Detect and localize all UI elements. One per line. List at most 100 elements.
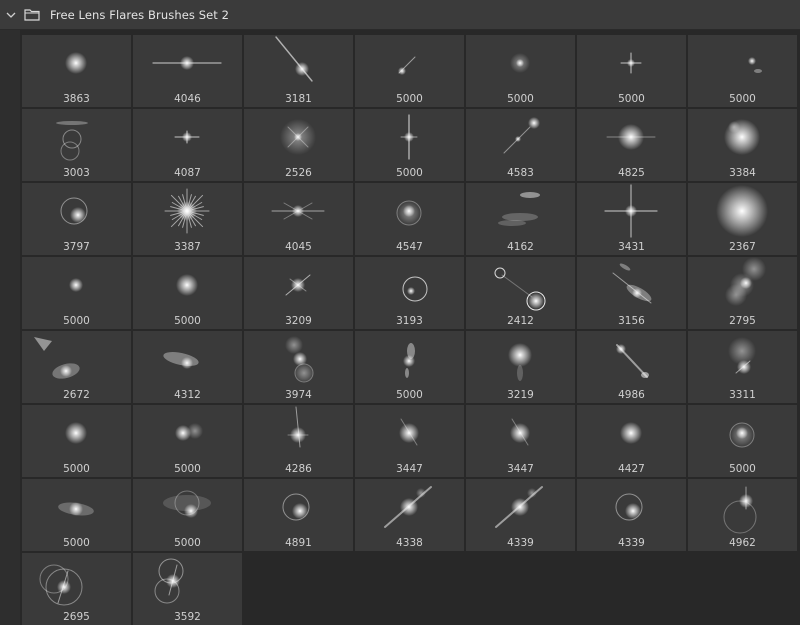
- brush-size-label: 5000: [63, 463, 90, 475]
- brush-preview-icon: [396, 200, 422, 226]
- brush-tile[interactable]: 3863: [22, 35, 131, 107]
- brush-tile[interactable]: 5000: [688, 35, 797, 107]
- brush-tile[interactable]: 3003: [22, 109, 131, 181]
- brush-size-label: 2795: [729, 315, 756, 327]
- brush-tile[interactable]: 3156: [577, 257, 686, 329]
- brush-preview-icon: [508, 343, 532, 381]
- brush-preview-icon: [271, 202, 325, 220]
- brush-size-label: 4339: [507, 537, 534, 549]
- brush-preview-icon: [725, 257, 766, 306]
- brush-preview-icon: [503, 117, 540, 154]
- brush-preview-icon: [287, 406, 309, 448]
- brush-tile[interactable]: 5000: [22, 479, 131, 551]
- brush-tile[interactable]: 4045: [244, 183, 353, 255]
- brush-tile[interactable]: 3974: [244, 331, 353, 403]
- brush-size-label: 3219: [507, 389, 534, 401]
- brush-tile[interactable]: 4962: [688, 479, 797, 551]
- brush-preview-icon: [58, 502, 94, 516]
- brush-preview-icon: [399, 418, 419, 446]
- brush-tile[interactable]: 3209: [244, 257, 353, 329]
- brush-tile[interactable]: 3592: [133, 553, 242, 625]
- brush-preview-icon: [285, 274, 311, 296]
- brush-tile[interactable]: 3447: [466, 405, 575, 477]
- panel-title: Free Lens Flares Brushes Set 2: [50, 7, 230, 22]
- brush-preview-icon: [384, 486, 432, 528]
- brush-tile[interactable]: 4583: [466, 109, 575, 181]
- brush-preview-icon: [615, 493, 643, 521]
- brush-tile[interactable]: 4046: [133, 35, 242, 107]
- brush-preview-icon: [39, 564, 83, 606]
- brush-tile[interactable]: 5000: [22, 257, 131, 329]
- brush-tile[interactable]: 5000: [688, 405, 797, 477]
- brush-size-label: 5000: [729, 93, 756, 105]
- brush-size-label: 3384: [729, 167, 756, 179]
- brush-preview-icon: [612, 263, 652, 304]
- brush-tile[interactable]: 5000: [355, 109, 464, 181]
- brush-tile[interactable]: 4312: [133, 331, 242, 403]
- brush-tile[interactable]: 3219: [466, 331, 575, 403]
- brush-tile[interactable]: 3311: [688, 331, 797, 403]
- brush-size-label: 3181: [285, 93, 312, 105]
- brush-tile[interactable]: 3797: [22, 183, 131, 255]
- brush-tile[interactable]: 2795: [688, 257, 797, 329]
- brush-preview-icon: [176, 274, 198, 296]
- brush-tile[interactable]: 3193: [355, 257, 464, 329]
- brush-size-label: 4087: [174, 167, 201, 179]
- brush-size-label: 5000: [507, 93, 534, 105]
- brush-tile[interactable]: 4427: [577, 405, 686, 477]
- brush-tile[interactable]: 5000: [466, 35, 575, 107]
- brush-tile[interactable]: 4162: [466, 183, 575, 255]
- brush-tile[interactable]: 4825: [577, 109, 686, 181]
- brush-preview-icon: [495, 486, 543, 528]
- brush-tile[interactable]: 5000: [22, 405, 131, 477]
- brush-size-label: 4162: [507, 241, 534, 253]
- brush-tile[interactable]: 4339: [577, 479, 686, 551]
- brush-tile[interactable]: 5000: [577, 35, 686, 107]
- brush-size-label: 4286: [285, 463, 312, 475]
- brush-tile[interactable]: 4339: [466, 479, 575, 551]
- brush-tile[interactable]: 3384: [688, 109, 797, 181]
- chevron-down-icon[interactable]: [6, 10, 16, 20]
- brush-preview-icon: [163, 490, 211, 518]
- brush-preview-icon: [748, 57, 762, 73]
- brush-tile[interactable]: 5000: [133, 405, 242, 477]
- brush-preview-icon: [494, 267, 546, 311]
- brush-tile[interactable]: 2526: [244, 109, 353, 181]
- brush-preview-icon: [65, 422, 87, 444]
- brush-size-label: 4046: [174, 93, 201, 105]
- brush-preview-icon: [69, 278, 83, 292]
- brush-tile[interactable]: 4087: [133, 109, 242, 181]
- brush-tile[interactable]: 4986: [577, 331, 686, 403]
- brush-size-label: 5000: [174, 463, 201, 475]
- brush-tile[interactable]: 3181: [244, 35, 353, 107]
- brush-tile[interactable]: 4338: [355, 479, 464, 551]
- brush-tile[interactable]: 4547: [355, 183, 464, 255]
- brush-tile[interactable]: 2695: [22, 553, 131, 625]
- panel-header[interactable]: Free Lens Flares Brushes Set 2: [0, 0, 800, 30]
- brush-size-label: 4891: [285, 537, 312, 549]
- brush-tile[interactable]: 5000: [133, 479, 242, 551]
- brush-tile[interactable]: 5000: [355, 331, 464, 403]
- brush-size-label: 4825: [618, 167, 645, 179]
- brush-size-label: 4583: [507, 167, 534, 179]
- brush-tile[interactable]: 3447: [355, 405, 464, 477]
- brush-size-label: 3447: [507, 463, 534, 475]
- brush-tile[interactable]: 3431: [577, 183, 686, 255]
- brush-preview-icon: [285, 336, 314, 383]
- brush-size-label: 3592: [174, 611, 201, 623]
- brush-tile[interactable]: 2412: [466, 257, 575, 329]
- brush-tile[interactable]: 4286: [244, 405, 353, 477]
- brush-preview-icon: [604, 184, 658, 238]
- brush-preview-icon: [510, 53, 530, 73]
- brush-tile[interactable]: 2672: [22, 331, 131, 403]
- brush-tile[interactable]: 3387: [133, 183, 242, 255]
- brush-size-label: 5000: [729, 463, 756, 475]
- brush-tile[interactable]: 4891: [244, 479, 353, 551]
- brush-preview-icon: [282, 493, 310, 521]
- brush-tile[interactable]: 2367: [688, 183, 797, 255]
- brush-preview-icon: [60, 197, 88, 225]
- brush-tile[interactable]: 5000: [355, 35, 464, 107]
- brush-size-label: 4312: [174, 389, 201, 401]
- brush-preview-icon: [728, 337, 756, 374]
- brush-tile[interactable]: 5000: [133, 257, 242, 329]
